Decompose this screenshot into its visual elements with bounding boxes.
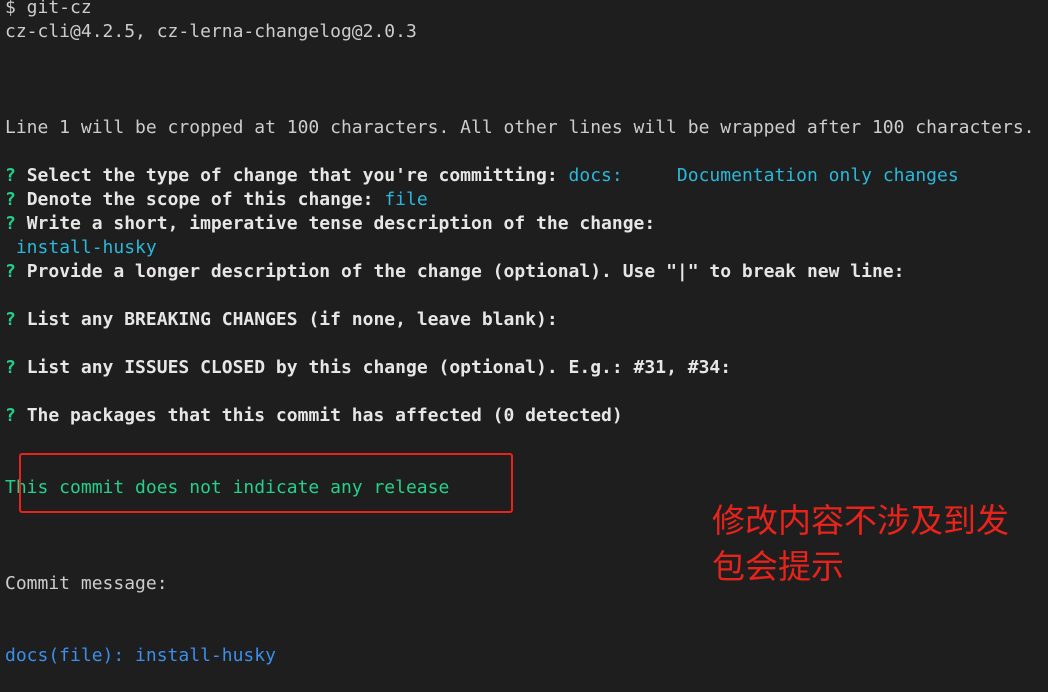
- question-scope: ? Denote the scope of this change: file: [5, 188, 428, 212]
- answer-value: install-husky: [15, 237, 157, 258]
- annotation-text: 修改内容不涉及到发 包会提示: [712, 501, 1009, 586]
- prompt-marker: ?: [5, 213, 16, 234]
- question-type: ? Select the type of change that you're …: [5, 164, 959, 188]
- annotation-highlight-box: [19, 453, 513, 513]
- answer-value: file: [384, 189, 428, 210]
- prompt-marker: ?: [5, 261, 16, 282]
- version-line: cz-cli@4.2.5, cz-lerna-changelog@2.0.3: [5, 21, 417, 42]
- info-line: Line 1 will be cropped at 100 characters…: [5, 117, 1035, 138]
- question-issues: ? List any ISSUES CLOSED by this change …: [5, 356, 731, 380]
- prompt-marker: ?: [5, 405, 16, 426]
- prompt-marker: ?: [5, 357, 16, 378]
- answer-description: Documentation only changes: [676, 165, 959, 186]
- answer-value: docs:: [568, 165, 623, 186]
- prompt-marker: ?: [5, 189, 16, 210]
- question-text: List any ISSUES CLOSED by this change (o…: [26, 357, 732, 378]
- commit-label: Commit message:: [5, 573, 168, 594]
- question-packages: ? The packages that this commit has affe…: [5, 404, 623, 428]
- question-text: List any BREAKING CHANGES (if none, leav…: [26, 309, 558, 330]
- question-subject: ? Write a short, imperative tense descri…: [5, 212, 655, 236]
- question-text: Select the type of change that you're co…: [26, 165, 558, 186]
- question-text: The packages that this commit has affect…: [26, 405, 623, 426]
- question-breaking: ? List any BREAKING CHANGES (if none, le…: [5, 308, 558, 332]
- command-line: $ git-cz: [5, 0, 92, 18]
- question-body: ? Provide a longer description of the ch…: [5, 260, 904, 284]
- question-text: Denote the scope of this change:: [26, 189, 374, 210]
- prompt-marker: ?: [5, 165, 16, 186]
- commit-message: docs(file): install-husky: [5, 645, 276, 666]
- subject-answer-line: install-husky: [5, 236, 157, 260]
- prompt-marker: ?: [5, 309, 16, 330]
- question-text: Provide a longer description of the chan…: [26, 261, 905, 282]
- question-text: Write a short, imperative tense descript…: [26, 213, 656, 234]
